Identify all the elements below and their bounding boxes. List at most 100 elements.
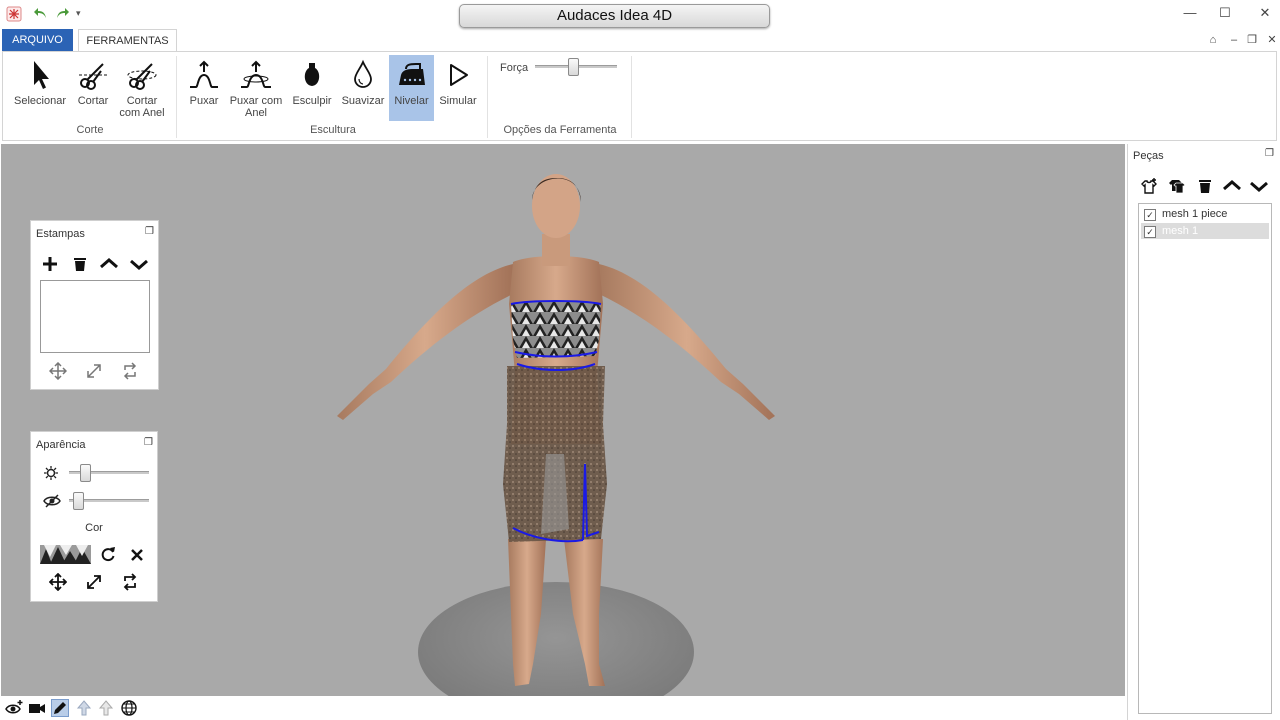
color-swatch[interactable] <box>40 545 91 564</box>
brightness-slider-thumb[interactable] <box>80 464 91 482</box>
head <box>532 174 580 238</box>
restore-icon[interactable]: ❐ <box>144 437 153 448</box>
tool-label: Puxar <box>189 95 219 107</box>
tool-puxar-com-anel[interactable]: Puxar com Anel <box>227 55 285 121</box>
tool-selecionar[interactable]: Selecionar <box>10 55 70 121</box>
restore-icon[interactable]: ❐ <box>1265 148 1274 159</box>
globe-icon[interactable] <box>120 699 138 717</box>
chevron-down-icon[interactable] <box>129 255 149 276</box>
maximize-button[interactable]: ☐ <box>1210 4 1240 22</box>
cursor-arrow-icon <box>34 61 49 89</box>
avatar-scene <box>337 174 775 696</box>
refresh-icon[interactable] <box>99 545 117 566</box>
forca-slider[interactable] <box>535 58 617 76</box>
rotate-icon[interactable] <box>121 573 139 594</box>
tool-cortar[interactable]: Cortar <box>72 55 114 121</box>
ribbon-collapse-icon[interactable]: ⌂ <box>1205 33 1221 47</box>
resize-icon[interactable] <box>85 362 103 383</box>
arrow-up-alt-icon[interactable] <box>97 699 115 717</box>
visibility-icon <box>43 493 61 512</box>
transparency-slider-thumb[interactable] <box>73 492 84 510</box>
chevron-up-icon[interactable] <box>1222 177 1242 198</box>
transparency-slider[interactable] <box>69 491 149 510</box>
tool-puxar[interactable]: Puxar <box>184 55 224 121</box>
bottom-toolbar <box>0 696 1126 720</box>
ribbon-minimize-icon[interactable]: – <box>1226 33 1242 47</box>
estampas-title: Estampas <box>36 228 85 240</box>
window-title: Audaces Idea 4D <box>459 4 770 28</box>
chevron-down-icon[interactable] <box>1249 177 1269 198</box>
restore-icon[interactable]: ❐ <box>145 226 154 237</box>
minimize-button[interactable]: — <box>1175 4 1205 22</box>
piece-checkbox[interactable]: ✓ <box>1144 209 1156 221</box>
iron-icon <box>398 63 425 85</box>
tool-simular[interactable]: Simular <box>436 55 480 121</box>
add-shirt-icon[interactable] <box>1140 177 1158 198</box>
tool-label: Cortar <box>77 95 109 107</box>
tool-label: Simular <box>439 95 477 107</box>
group-shirts-icon[interactable] <box>1168 177 1186 198</box>
add-view-icon[interactable] <box>5 699 23 717</box>
piece-checkbox[interactable]: ✓ <box>1144 226 1156 238</box>
scissors-ring-icon <box>127 63 157 90</box>
tool-label: Suavizar <box>341 95 385 107</box>
play-icon <box>450 64 468 86</box>
right-arm <box>599 264 775 420</box>
trash-icon[interactable] <box>1196 177 1214 198</box>
app-logo-icon[interactable] <box>6 6 22 22</box>
tool-suavizar[interactable]: Suavizar <box>339 55 387 121</box>
forca-slider-thumb[interactable] <box>568 58 579 76</box>
brightness-slider[interactable] <box>69 463 149 482</box>
trash-icon[interactable] <box>71 255 89 276</box>
tool-label: Nivelar <box>394 95 429 107</box>
add-icon[interactable] <box>41 255 59 276</box>
group-label-opcoes: Opções da Ferramenta <box>503 124 617 136</box>
quick-access-dropdown-icon[interactable]: ▾ <box>76 8 86 20</box>
move-icon[interactable] <box>48 572 68 594</box>
tab-ferramentas[interactable]: FERRAMENTAS <box>78 29 177 52</box>
list-item[interactable]: ✓ mesh 1 piece <box>1141 206 1269 222</box>
estampas-preview[interactable] <box>40 280 150 353</box>
group-label-escultura: Escultura <box>310 124 356 136</box>
tool-cortar-com-anel[interactable]: Cortar com Anel <box>116 55 168 121</box>
ribbon-close-icon[interactable]: ✕ <box>1264 33 1280 47</box>
pull-icon <box>190 60 218 88</box>
tool-label: Puxar com Anel <box>229 95 283 119</box>
scissors-icon <box>79 63 107 90</box>
forca-label: Força <box>500 62 529 74</box>
estampas-panel: Estampas ❐ <box>30 220 159 390</box>
close-icon[interactable] <box>129 545 145 566</box>
ribbon-restore-icon[interactable]: ❐ <box>1244 33 1260 47</box>
list-item-selected[interactable]: ✓ mesh 1 <box>1141 223 1269 239</box>
resize-icon[interactable] <box>85 573 103 594</box>
3d-viewport[interactable] <box>1 144 1125 696</box>
move-icon[interactable] <box>48 361 68 383</box>
neck <box>542 234 570 266</box>
undo-icon[interactable] <box>32 5 48 21</box>
redo-icon[interactable] <box>55 5 71 21</box>
top-garment <box>511 301 601 358</box>
rotate-icon[interactable] <box>121 362 139 383</box>
piece-label: mesh 1 piece <box>1162 208 1228 220</box>
group-separator <box>176 56 177 138</box>
left-arm <box>337 264 513 420</box>
camera-icon[interactable] <box>28 699 46 717</box>
arrow-up-icon[interactable] <box>75 699 93 717</box>
pecas-list[interactable]: ✓ mesh 1 piece ✓ mesh 1 <box>1138 203 1272 714</box>
chevron-up-icon[interactable] <box>99 255 119 276</box>
drop-icon <box>354 59 372 88</box>
pencil-icon[interactable] <box>51 699 69 717</box>
group-separator <box>631 56 632 138</box>
group-label-corte: Corte <box>76 124 104 136</box>
close-button[interactable]: ✕ <box>1250 4 1280 22</box>
aparencia-title: Aparência <box>36 439 86 451</box>
floor-disc <box>418 582 694 696</box>
cor-label: Cor <box>85 522 103 534</box>
tool-nivelar[interactable]: Nivelar <box>389 55 434 121</box>
group-separator <box>487 56 488 138</box>
tool-label: Selecionar <box>14 95 66 107</box>
tool-esculpir[interactable]: Esculpir <box>289 55 335 121</box>
sculpt-icon <box>304 63 320 86</box>
tool-label: Cortar com Anel <box>119 95 165 119</box>
tab-arquivo[interactable]: ARQUIVO <box>2 29 73 51</box>
